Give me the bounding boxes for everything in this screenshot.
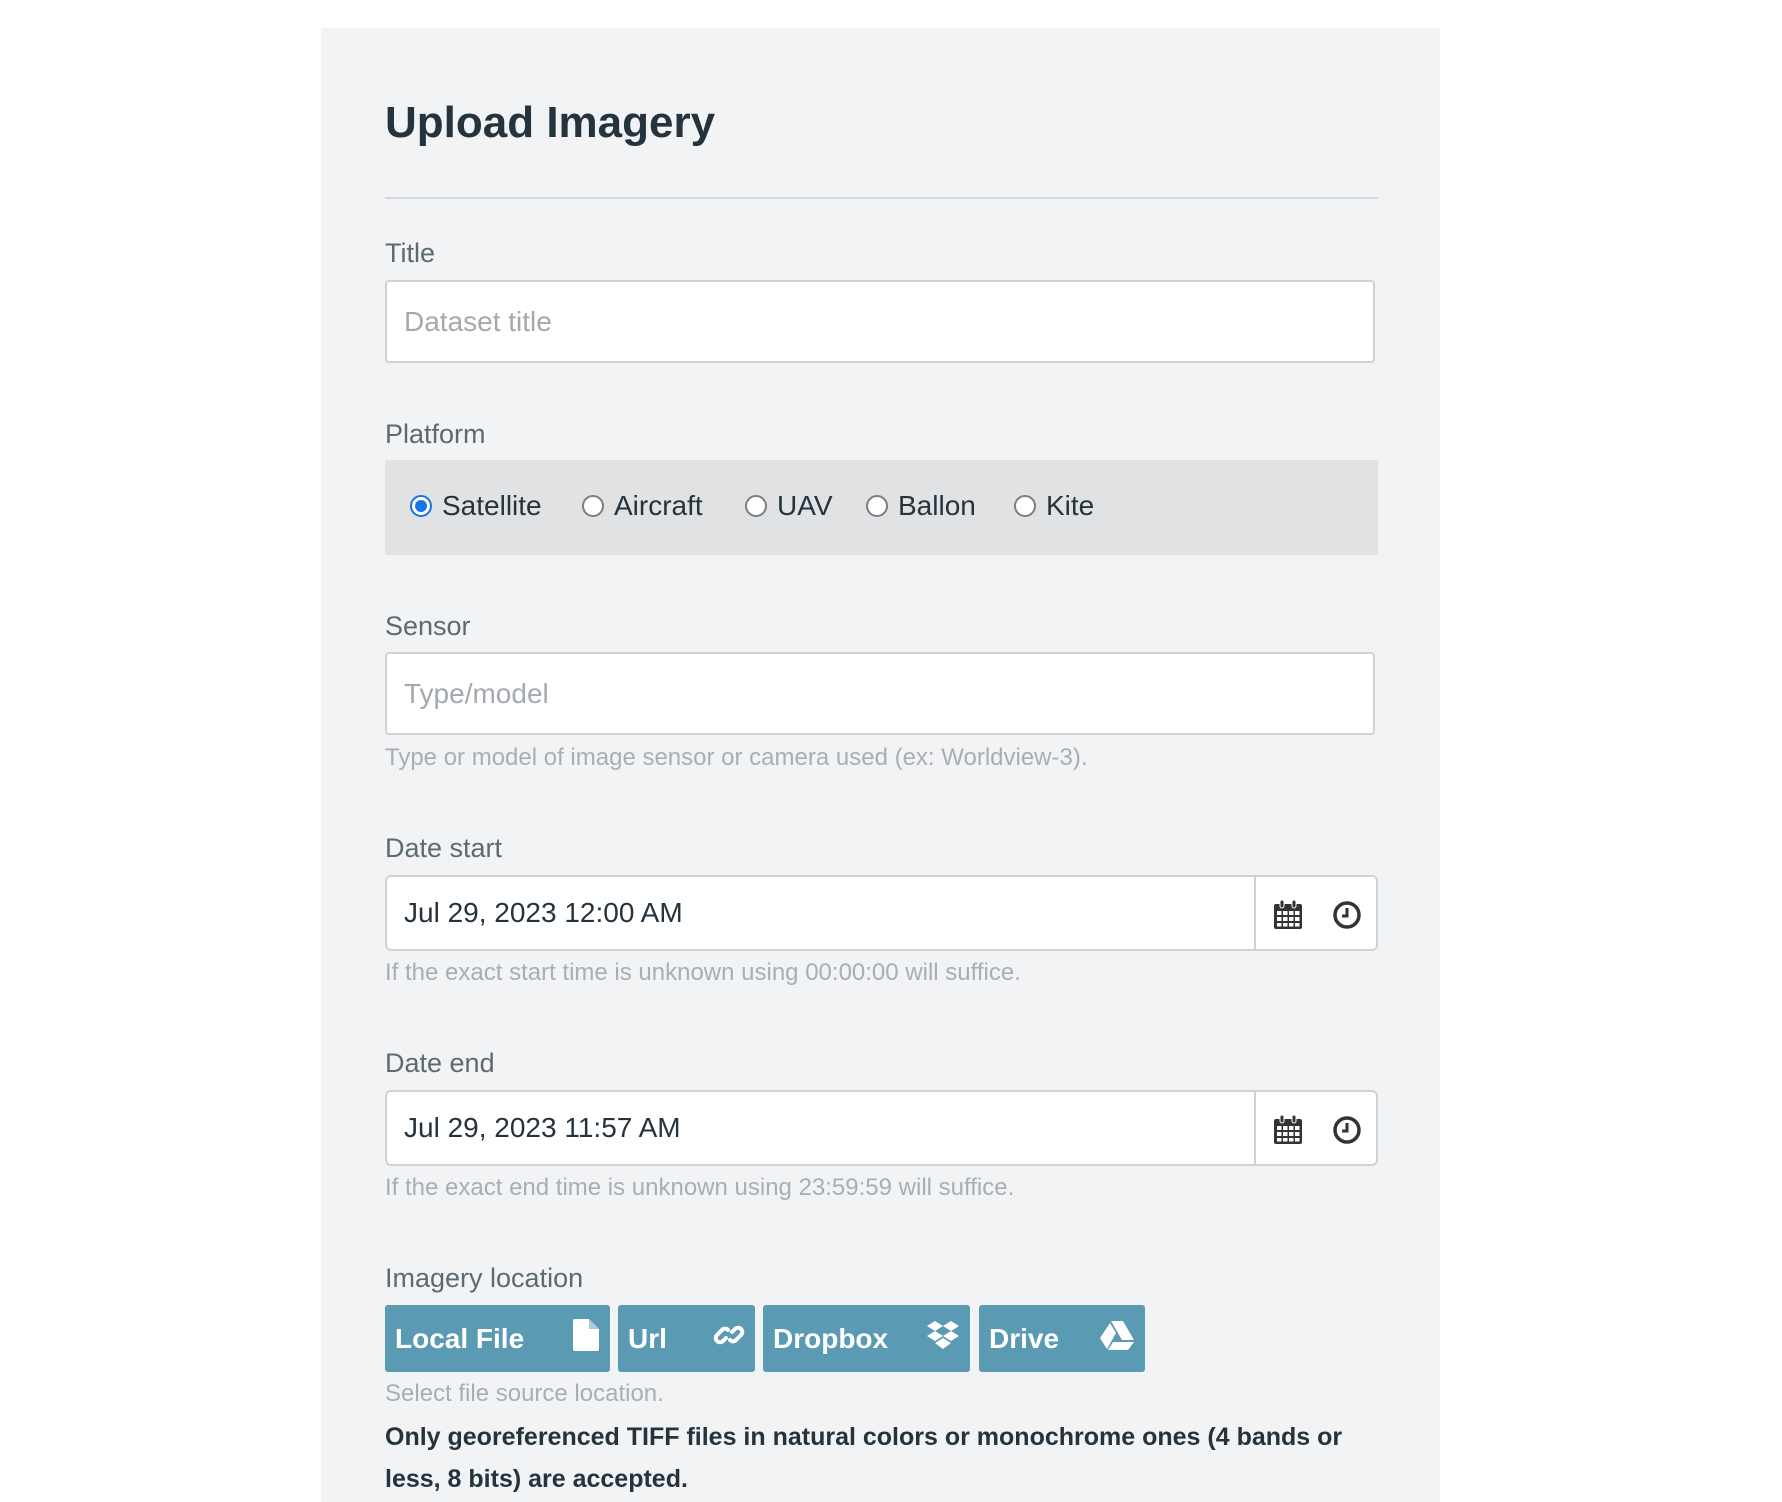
button-label: Dropbox bbox=[773, 1322, 889, 1354]
radio-label: UAV bbox=[777, 490, 833, 521]
divider bbox=[385, 197, 1378, 199]
file-requirements-note: Only georeferenced TIFF files in natural… bbox=[385, 1423, 1343, 1493]
platform-label: Platform bbox=[385, 419, 486, 449]
date-end-label: Date end bbox=[385, 1048, 495, 1078]
calendar-icon[interactable] bbox=[1272, 1114, 1304, 1151]
date-start-value: Jul 29, 2023 12:00 AM bbox=[404, 897, 683, 928]
calendar-icon[interactable] bbox=[1272, 899, 1304, 936]
title-label: Title bbox=[385, 238, 436, 268]
radio-label: Aircraft bbox=[614, 490, 703, 521]
clock-icon[interactable] bbox=[1331, 899, 1363, 936]
radio-unchecked-icon bbox=[582, 495, 604, 517]
button-label: Local File bbox=[395, 1322, 525, 1354]
date-start-input[interactable]: Jul 29, 2023 12:00 AM bbox=[385, 875, 1378, 951]
dropbox-icon bbox=[926, 1319, 960, 1358]
radio-uav[interactable]: UAV bbox=[745, 490, 833, 522]
location-help: Select file source location. bbox=[385, 1380, 664, 1407]
sensor-help: Type or model of image sensor or camera … bbox=[385, 744, 1088, 771]
radio-label: Satellite bbox=[442, 490, 542, 521]
radio-unchecked-icon bbox=[1014, 495, 1036, 517]
local-file-button[interactable]: Local File bbox=[385, 1305, 610, 1372]
radio-label: Ballon bbox=[898, 490, 976, 521]
button-label: Drive bbox=[989, 1322, 1060, 1354]
sensor-label: Sensor bbox=[385, 611, 471, 641]
radio-aircraft[interactable]: Aircraft bbox=[582, 490, 703, 522]
drive-button[interactable]: Drive bbox=[979, 1305, 1145, 1372]
sensor-input[interactable] bbox=[385, 652, 1375, 735]
date-end-input[interactable]: Jul 29, 2023 11:57 AM bbox=[385, 1090, 1378, 1166]
radio-checked-icon bbox=[410, 495, 432, 517]
clock-icon[interactable] bbox=[1331, 1114, 1363, 1151]
drive-icon bbox=[1099, 1319, 1135, 1358]
date-start-label: Date start bbox=[385, 833, 503, 863]
page-title: Upload Imagery bbox=[385, 98, 716, 147]
title-input[interactable] bbox=[385, 280, 1375, 363]
date-end-help: If the exact end time is unknown using 2… bbox=[385, 1174, 1015, 1201]
dropbox-button[interactable]: Dropbox bbox=[763, 1305, 970, 1372]
date-end-value: Jul 29, 2023 11:57 AM bbox=[404, 1112, 681, 1143]
link-icon bbox=[713, 1319, 745, 1358]
radio-unchecked-icon bbox=[745, 495, 767, 517]
file-icon bbox=[572, 1318, 600, 1359]
radio-label: Kite bbox=[1046, 490, 1095, 521]
date-start-help: If the exact start time is unknown using… bbox=[385, 959, 1021, 986]
platform-radio-group: Satellite Aircraft UAV Ballon Kite bbox=[385, 460, 1378, 555]
radio-kite[interactable]: Kite bbox=[1014, 490, 1094, 522]
divider bbox=[1254, 1092, 1256, 1164]
button-label: Url bbox=[628, 1322, 667, 1354]
radio-unchecked-icon bbox=[866, 495, 888, 517]
url-button[interactable]: Url bbox=[618, 1305, 755, 1372]
divider bbox=[1254, 877, 1256, 949]
imagery-location-label: Imagery location bbox=[385, 1263, 584, 1293]
radio-ballon[interactable]: Ballon bbox=[866, 490, 976, 522]
radio-satellite[interactable]: Satellite bbox=[410, 490, 542, 522]
